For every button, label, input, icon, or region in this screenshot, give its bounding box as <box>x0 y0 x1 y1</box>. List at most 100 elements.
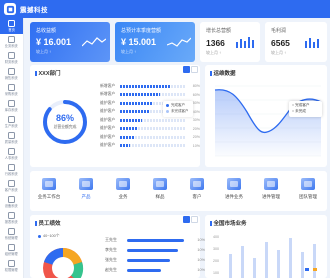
sidebar-item[interactable]: 组织管理 <box>0 242 23 258</box>
sidebar-item-label: 库存系统 <box>5 107 18 112</box>
shortcut-item[interactable]: 业务 <box>108 178 138 208</box>
dept-panel-tabs[interactable] <box>183 66 198 73</box>
sidebar-item[interactable]: 业务系统 <box>0 34 23 50</box>
sidebar-item[interactable]: 质量系统 <box>0 130 23 146</box>
dept-bar-track <box>119 135 185 139</box>
sidebar-item-label: 质量系统 <box>5 139 18 144</box>
sidebar-item-label: 生产系统 <box>5 123 18 128</box>
dept-bar-fill <box>119 84 171 88</box>
legend-label: 未完成客户 <box>171 108 189 113</box>
stat-card-growth[interactable]: 增长总营额 1366 较上月 ↑ <box>200 22 260 62</box>
sidebar-item[interactable]: 财务系统 <box>0 50 23 66</box>
legend-label: 40~100个 <box>43 234 60 238</box>
sparkline-icon <box>82 37 106 47</box>
sidebar-item[interactable]: 销售系统 <box>0 66 23 82</box>
shortcut-item[interactable]: 客户 <box>182 178 212 208</box>
shortcut-label: 业务 <box>118 194 128 199</box>
sidebar-item[interactable]: 采购系统 <box>0 82 23 98</box>
mini-bars-icon <box>236 37 254 48</box>
pie-hole <box>52 257 74 278</box>
shortcut-item[interactable]: 进件管理 <box>256 178 286 208</box>
sidebar-item[interactable]: 人事系统 <box>0 146 23 162</box>
dept-bar-track <box>119 144 185 147</box>
sidebar-item[interactable]: 首页 <box>0 18 23 34</box>
stat-card-revenue[interactable]: 总收益额 ¥ 16.001 较上月 ↑ <box>30 22 110 62</box>
sidebar-item-icon <box>8 195 15 203</box>
stat-card-profit[interactable]: 毛利润 6565 较上月 ↑ <box>265 22 327 62</box>
shortcut-item[interactable]: 进件业务 <box>219 178 249 208</box>
sidebar-item-icon <box>8 163 15 171</box>
sidebar-item-label: 设备系统 <box>5 203 18 208</box>
shortcut-item[interactable]: 产品 <box>71 178 101 208</box>
sidebar-item[interactable]: 生产系统 <box>0 114 23 130</box>
rank-bar <box>127 248 178 252</box>
rank-value: 10% <box>197 248 205 252</box>
dept-bar-label: 维护客户 <box>100 126 116 130</box>
dept-panel-title: XXX部门 <box>35 69 61 77</box>
shortcut-label: 团队管理 <box>299 194 317 199</box>
app-title: 震撼科技 <box>20 7 48 14</box>
stat-sub: 较上月 ↑ <box>271 50 287 55</box>
sidebar-item-icon <box>8 67 15 75</box>
dept-bar-percent: 20% <box>192 126 200 131</box>
legend-dot <box>38 235 41 238</box>
sales-bar <box>241 246 244 278</box>
logo-icon <box>6 5 14 13</box>
dept-bar-fill <box>119 101 153 105</box>
rank-name: 李先生 <box>105 247 117 252</box>
shortcut-icon <box>227 178 241 190</box>
shortcut-item[interactable]: 业务工作台 <box>34 178 64 208</box>
tab-chart-icon[interactable] <box>183 66 190 73</box>
dept-bar-row: 维护客户 30% <box>100 117 200 123</box>
shortcut-item[interactable]: 样品 <box>145 178 175 208</box>
sidebar-item-icon <box>8 259 15 267</box>
stat-card-forecast[interactable]: 总预计本季度营额 ¥ 15.001 较上月 ↑ <box>115 22 195 62</box>
dept-bar-percent: 80% <box>192 84 200 88</box>
sidebar-item-icon <box>8 35 15 43</box>
sidebar-item[interactable]: 行政系统 <box>0 162 23 178</box>
sidebar-item[interactable]: 客户系统 <box>0 178 23 194</box>
legend-dot <box>166 104 169 108</box>
shortcut-icon <box>264 178 278 190</box>
sidebar: 首页 业务系统 财务系统 销售系统 采购系统库存系统生产系统质量系统人事系统行政系统客户… <box>0 18 24 278</box>
rank-bar <box>127 258 171 262</box>
shortcut-label: 业务工作台 <box>37 194 61 199</box>
shortcut-icon <box>301 178 315 190</box>
dept-bar-label: 维护客户 <box>100 117 116 122</box>
shortcut-icon <box>153 178 167 190</box>
sidebar-item[interactable]: 报表系统 <box>0 210 23 226</box>
dept-bar-fill <box>119 93 161 96</box>
tab-list-icon[interactable] <box>191 66 198 73</box>
sidebar-item-label: 行政系统 <box>5 171 18 176</box>
donut-label: 总营业额完成 <box>53 125 77 129</box>
tab-list-icon[interactable] <box>191 216 198 223</box>
sidebar-item[interactable]: 设备系统 <box>0 194 23 210</box>
logo <box>4 3 16 15</box>
shortcut-icon <box>42 178 56 190</box>
dept-bar-label: 新增客户 <box>100 92 116 96</box>
sidebar-item-icon <box>8 243 15 251</box>
dept-legend: 完成客户 未完成客户 <box>163 101 193 117</box>
tab-chart-icon[interactable] <box>183 216 190 223</box>
rank-bar <box>127 238 185 242</box>
sidebar-item[interactable]: 库存系统 <box>0 98 23 114</box>
sidebar-item-icon <box>8 211 15 219</box>
sidebar-item[interactable]: 权限管理 <box>0 258 23 274</box>
perf-legend: 40~100个 <box>38 234 60 239</box>
y-tick: 200 <box>213 259 219 263</box>
dept-bar-percent: 20% <box>192 135 200 139</box>
shortcut-label: 样品 <box>155 194 165 199</box>
sidebar-item[interactable]: 系统管理 <box>0 226 23 242</box>
shortcut-item[interactable]: 团队管理 <box>293 178 323 208</box>
rank-row: 王先生 10% <box>105 236 205 244</box>
sidebar-item-icon <box>8 179 15 187</box>
rank-bar <box>127 268 162 272</box>
perf-panel-tabs[interactable] <box>183 216 198 223</box>
dept-bar-percent: 30% <box>192 118 200 122</box>
rank-row: 张先生 10% <box>105 256 205 264</box>
sidebar-item-label: 客户系统 <box>5 187 18 192</box>
shortcut-label: 客户 <box>192 194 202 199</box>
rank-value: 10% <box>197 258 205 262</box>
rank-value: 10% <box>197 238 205 242</box>
dept-bar-percent: 60% <box>192 92 200 97</box>
